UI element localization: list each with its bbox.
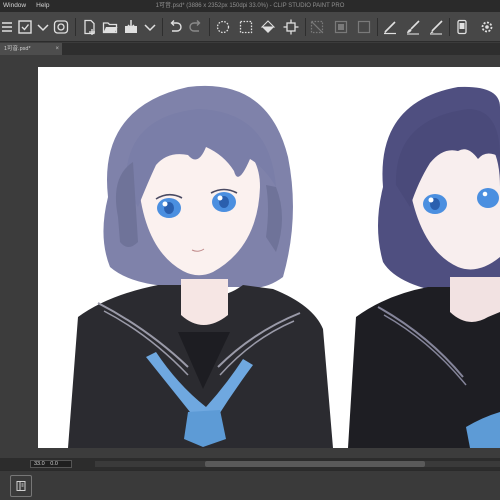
smartphone-icon[interactable] [451, 16, 473, 38]
artwork [68, 85, 500, 448]
menu-window[interactable]: Window [0, 0, 31, 12]
document-tab[interactable]: 1可音.psd* × [0, 43, 62, 55]
crop-icon[interactable] [280, 16, 302, 38]
canvas-workspace[interactable] [0, 55, 500, 458]
menu-help[interactable]: Help [31, 0, 54, 12]
status-bar: 33.0 0.0 [0, 458, 500, 470]
pen-icon[interactable] [379, 16, 401, 38]
layers-icon [16, 481, 26, 491]
cloud-sync-icon[interactable] [50, 16, 72, 38]
horizontal-scrollbar[interactable] [95, 461, 500, 467]
open-folder-icon[interactable] [99, 16, 121, 38]
redo-icon[interactable] [185, 16, 207, 38]
document-tab-bar: 1可音.psd* × [0, 43, 500, 55]
command-bar [0, 12, 500, 42]
bottom-panel [0, 470, 500, 500]
panel-toggle-button[interactable] [10, 475, 32, 497]
new-file-icon[interactable] [78, 16, 100, 38]
eraser-icon[interactable] [425, 16, 447, 38]
scrollbar-thumb[interactable] [205, 461, 425, 467]
zoom-field[interactable]: 33.0 0.0 [30, 460, 72, 468]
close-icon[interactable]: × [55, 43, 59, 55]
fill-icon[interactable] [257, 16, 279, 38]
window-title: 1可音.psd* (3886 x 2352px 150dpi 33.0%) - … [155, 3, 345, 9]
toolbar-divider [449, 18, 450, 36]
chevron-down-icon[interactable] [139, 16, 161, 38]
document-tab-label: 1可音.psd* [4, 46, 31, 52]
undo-icon[interactable] [164, 16, 186, 38]
transform-icon[interactable] [353, 16, 375, 38]
rotation-value: 0.0 [50, 461, 58, 467]
toolbar-divider [75, 18, 76, 36]
toolbar-divider [162, 18, 163, 36]
clip-studio-window: Window Help 1可音.psd* (3886 x 2352px 150d… [0, 0, 500, 500]
selection-icon[interactable] [235, 16, 257, 38]
settings-icon[interactable] [476, 16, 498, 38]
zoom-value: 33.0 [34, 461, 45, 467]
toolbar-divider [377, 18, 378, 36]
toolbar-divider [209, 18, 210, 36]
invert-selection-icon[interactable] [330, 16, 352, 38]
brush-icon[interactable] [402, 16, 424, 38]
canvas[interactable] [38, 67, 500, 448]
menu-bar: Window Help 1可音.psd* (3886 x 2352px 150d… [0, 0, 500, 12]
deselect-icon[interactable] [306, 16, 328, 38]
clear-icon[interactable] [212, 16, 234, 38]
